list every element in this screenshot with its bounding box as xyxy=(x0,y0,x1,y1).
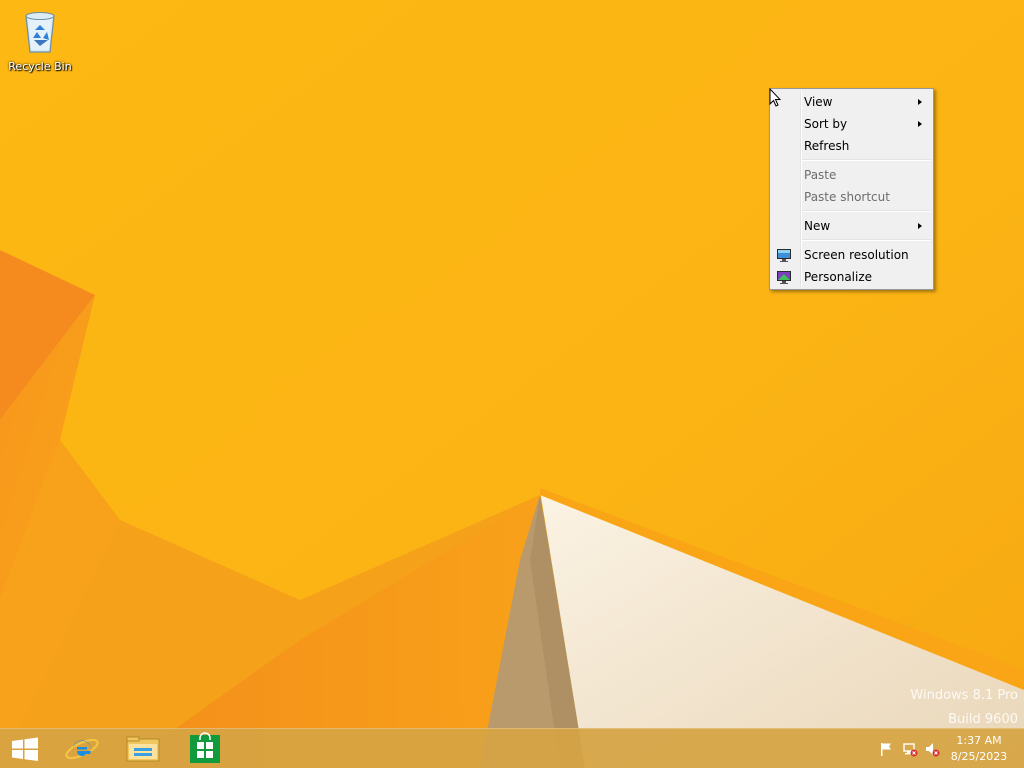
menu-item-label: View xyxy=(804,95,833,109)
file-explorer-icon xyxy=(126,736,160,762)
os-watermark: Windows 8.1 Pro Build 9600 xyxy=(910,684,1018,732)
menu-separator xyxy=(802,239,931,241)
action-center-flag-icon[interactable] xyxy=(878,741,894,757)
submenu-arrow-icon xyxy=(918,121,922,127)
menu-item-label: Paste shortcut xyxy=(804,190,890,204)
volume-muted-icon[interactable] xyxy=(924,741,940,757)
menu-item-paste-shortcut: Paste shortcut xyxy=(772,186,931,208)
menu-item-label: Screen resolution xyxy=(804,248,909,262)
menu-item-refresh[interactable]: Refresh xyxy=(772,135,931,157)
menu-item-label: New xyxy=(804,219,831,233)
menu-item-sort-by[interactable]: Sort by xyxy=(772,113,931,135)
desktop-icon-recycle-bin[interactable]: Recycle Bin xyxy=(4,4,76,76)
clock-date: 8/25/2023 xyxy=(950,750,1008,763)
personalize-icon xyxy=(777,271,791,284)
submenu-arrow-icon xyxy=(918,223,922,229)
menu-item-view[interactable]: View xyxy=(772,91,931,113)
clock-time: 1:37 AM xyxy=(956,734,1002,747)
taskbar-store-button[interactable] xyxy=(176,729,234,768)
taskbar: 1:37 AM 8/25/2023 xyxy=(0,728,1024,768)
menu-item-personalize[interactable]: Personalize xyxy=(772,266,931,288)
windows-logo-icon xyxy=(12,737,38,761)
menu-item-label: Paste xyxy=(804,168,837,182)
system-tray: 1:37 AM 8/25/2023 xyxy=(864,729,1024,768)
watermark-edition: Windows 8.1 Pro xyxy=(910,688,1018,703)
menu-item-label: Sort by xyxy=(804,117,848,131)
menu-item-new[interactable]: New xyxy=(772,215,931,237)
start-button[interactable] xyxy=(0,729,58,768)
store-icon xyxy=(190,732,220,763)
desktop[interactable]: Recycle Bin View Sort by Refresh Paste P… xyxy=(0,0,1024,768)
display-icon xyxy=(777,249,791,262)
submenu-arrow-icon xyxy=(918,99,922,105)
desktop-icon-label: Recycle Bin xyxy=(8,60,72,73)
menu-item-screen-resolution[interactable]: Screen resolution xyxy=(772,244,931,266)
mouse-cursor-icon xyxy=(769,88,781,107)
taskbar-file-explorer-button[interactable] xyxy=(114,729,172,768)
network-disconnected-icon[interactable] xyxy=(902,741,918,757)
internet-explorer-icon xyxy=(65,738,99,760)
desktop-context-menu: View Sort by Refresh Paste Paste shortcu… xyxy=(769,88,934,290)
menu-separator xyxy=(802,159,931,161)
menu-item-paste: Paste xyxy=(772,164,931,186)
menu-item-label: Refresh xyxy=(804,139,850,153)
taskbar-internet-explorer-button[interactable] xyxy=(54,729,112,768)
recycle-bin-icon xyxy=(25,12,55,53)
taskbar-clock[interactable]: 1:37 AM 8/25/2023 xyxy=(944,733,1014,765)
menu-item-label: Personalize xyxy=(804,270,873,284)
menu-separator xyxy=(802,210,931,212)
